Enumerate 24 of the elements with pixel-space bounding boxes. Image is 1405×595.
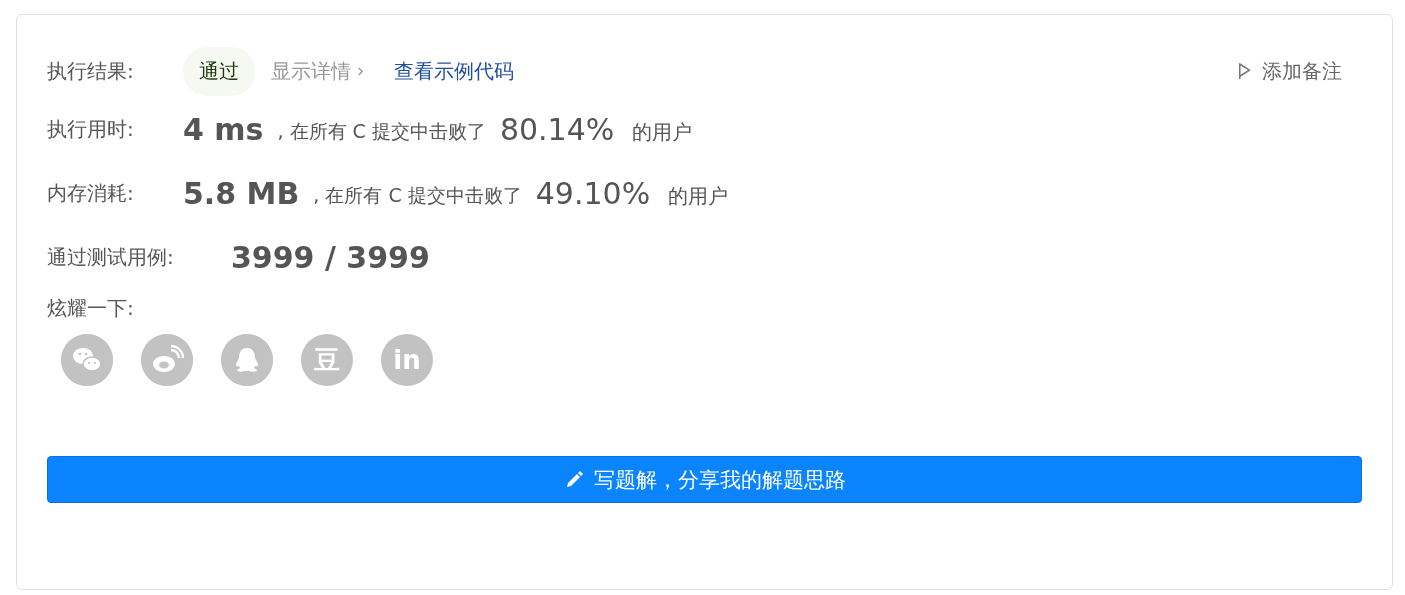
penguin-icon[interactable]	[221, 334, 273, 386]
stat-label: 执行用时:	[47, 115, 135, 143]
stat-percent: 80.14%	[499, 111, 615, 147]
write-solution-button[interactable]: 写题解，分享我的解题思路	[47, 456, 1362, 503]
stat-text: , 在所有 C 提交中击败了	[277, 119, 486, 144]
eye-waves-icon[interactable]	[141, 334, 193, 386]
result-label: 执行结果:	[47, 57, 135, 85]
share-label: 炫耀一下:	[47, 295, 135, 322]
stat-percent: 49.10%	[535, 175, 651, 211]
stat-text: 的用户	[668, 182, 729, 210]
stat-value: 4 ms	[183, 111, 264, 147]
stat-value: 5.8 MB	[183, 175, 300, 211]
details-link[interactable]: 显示详情	[271, 57, 364, 85]
tests-value: 3999 / 3999	[231, 239, 430, 275]
add-note-button[interactable]: 添加备注	[1238, 57, 1342, 85]
example-code-link[interactable]: 查看示例代码	[394, 57, 514, 85]
tests-label: 通过测试用例:	[47, 243, 175, 271]
flag-icon	[1238, 61, 1252, 81]
status-badge: 通过	[183, 46, 255, 96]
chevron-right-icon	[357, 65, 364, 77]
stat-text: 的用户	[632, 118, 693, 146]
stat-label: 内存消耗:	[47, 179, 135, 207]
chat-bubbles-icon[interactable]	[61, 334, 113, 386]
stat-text: , 在所有 C 提交中击败了	[313, 183, 522, 208]
